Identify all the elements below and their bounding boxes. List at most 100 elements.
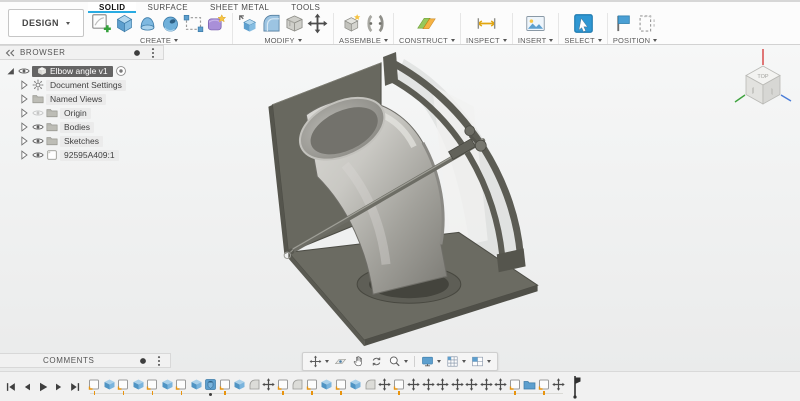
timeline-feature-sketch[interactable]	[335, 378, 348, 395]
timeline-feature-sketch[interactable]	[393, 378, 406, 395]
kebab-menu-icon[interactable]	[153, 355, 165, 367]
browser-item-label[interactable]: Document Settings	[46, 79, 126, 91]
expand-arrow-icon[interactable]	[18, 79, 30, 91]
visibility-eye-icon[interactable]	[32, 121, 44, 133]
timeline-feature-move[interactable]	[262, 378, 275, 391]
viewport-canvas[interactable]: TOP BROWSER Elbow angle v1 Document Setti…	[0, 45, 800, 372]
activate-component-radio[interactable]	[115, 65, 127, 77]
revert-position-button[interactable]	[636, 13, 657, 34]
timeline-playhead[interactable]	[568, 375, 582, 399]
timeline-feature-move[interactable]	[479, 378, 493, 391]
timeline-feature-move[interactable]	[436, 378, 449, 391]
expand-arrow-icon[interactable]	[18, 121, 30, 133]
visibility-eye-icon[interactable]	[18, 65, 30, 77]
timeline-feature-hole[interactable]	[204, 378, 217, 397]
skip-start-button[interactable]	[5, 381, 17, 393]
timeline-feature-sketch[interactable]	[219, 378, 232, 395]
shell-button[interactable]	[284, 13, 305, 34]
expand-arrow-icon[interactable]	[18, 149, 30, 161]
timeline-feature-move[interactable]	[378, 378, 391, 391]
timeline-feature-sketch[interactable]	[117, 378, 130, 395]
orbit-button[interactable]	[307, 354, 331, 369]
viewports-button[interactable]	[469, 354, 493, 369]
collapse-arrow-icon[interactable]	[4, 65, 16, 77]
timeline-feature-extrude[interactable]	[161, 378, 174, 391]
view-cube[interactable]: TOP	[731, 46, 795, 118]
timeline-feature-fillet[interactable]	[248, 378, 261, 391]
browser-item-label[interactable]: Sketches	[60, 135, 103, 147]
timeline-feature-extrude[interactable]	[132, 378, 145, 391]
clamp-knob-2[interactable]	[474, 139, 487, 152]
sweep-button[interactable]	[160, 13, 181, 34]
visibility-eye-icon[interactable]	[32, 135, 44, 147]
expand-arrow-icon[interactable]	[18, 93, 30, 105]
comments-panel[interactable]: COMMENTS	[0, 353, 171, 368]
insert-image-button[interactable]	[525, 13, 546, 34]
group-label-assemble[interactable]: ASSEMBLE	[339, 36, 389, 45]
zoom-button[interactable]	[368, 354, 385, 369]
timeline-feature-sketch[interactable]	[88, 378, 101, 395]
timeline-feature-sketch[interactable]	[146, 378, 159, 395]
expand-arrow-icon[interactable]	[18, 135, 30, 147]
play-button[interactable]	[37, 381, 49, 393]
display-settings-button[interactable]	[419, 354, 443, 369]
timeline-feature-fillet[interactable]	[291, 378, 304, 391]
timeline-feature-sketch[interactable]	[175, 378, 188, 395]
timeline-feature-move[interactable]	[552, 378, 565, 391]
press-pull-button[interactable]	[238, 13, 259, 34]
timeline-feature-extrude[interactable]	[349, 378, 362, 391]
browser-item-label[interactable]: Named Views	[46, 93, 107, 105]
timeline-feature-move[interactable]	[465, 378, 478, 391]
timeline-feature-move[interactable]	[494, 378, 507, 391]
revolve-button[interactable]	[137, 13, 158, 34]
group-label-construct[interactable]: CONSTRUCT	[399, 36, 455, 45]
visibility-eye-icon[interactable]	[32, 107, 44, 119]
collapse-panel-icon[interactable]	[4, 47, 16, 59]
browser-item-label[interactable]: Bodies	[60, 121, 94, 133]
group-label-insert[interactable]: INSERT	[518, 36, 554, 45]
look-at-button[interactable]	[332, 354, 349, 369]
capture-position-button[interactable]	[613, 13, 634, 34]
kebab-menu-icon[interactable]	[147, 47, 159, 59]
measure-button[interactable]	[476, 13, 497, 34]
timeline-feature-extrude[interactable]	[233, 378, 246, 391]
new-component-button[interactable]	[342, 13, 363, 34]
timeline-feature-sketch[interactable]	[538, 378, 551, 395]
group-label-position[interactable]: POSITION	[613, 36, 658, 45]
select-button[interactable]	[573, 13, 594, 34]
browser-item-label[interactable]: Elbow angle v1	[32, 65, 113, 77]
timeline-feature-move[interactable]	[407, 378, 420, 391]
browser-item-label[interactable]: Origin	[60, 107, 91, 119]
tab-sheet-metal[interactable]: SHEET METAL	[199, 2, 280, 13]
rectangular-pattern-button[interactable]	[183, 13, 204, 34]
step-back-button[interactable]	[21, 381, 33, 393]
design-menu-button[interactable]: DESIGN	[8, 9, 84, 37]
group-label-inspect[interactable]: INSPECT	[466, 36, 507, 45]
timeline-feature-sketch[interactable]	[277, 378, 290, 395]
zoom-window-button[interactable]	[386, 354, 410, 369]
timeline-feature-move[interactable]	[450, 378, 464, 391]
record-dot-icon[interactable]	[137, 355, 149, 367]
pan-button[interactable]	[350, 354, 367, 369]
timeline-feature-sketch[interactable]	[509, 378, 522, 395]
tab-surface[interactable]: SURFACE	[136, 2, 199, 13]
browser-item-label[interactable]: 92595A409:1	[60, 149, 119, 161]
tab-solid[interactable]: SOLID	[88, 2, 137, 13]
timeline-feature-fillet[interactable]	[364, 378, 377, 391]
create-form-button[interactable]	[206, 13, 227, 34]
construct-plane-button[interactable]	[416, 13, 437, 34]
record-dot-icon[interactable]	[131, 47, 143, 59]
browser-header[interactable]: BROWSER	[0, 45, 164, 60]
clamp-knob[interactable]	[464, 125, 476, 137]
group-label-select[interactable]: SELECT	[564, 36, 602, 45]
group-label-create[interactable]: CREATE	[140, 36, 179, 45]
group-label-modify[interactable]: MODIFY	[264, 36, 302, 45]
timeline-feature-sketch[interactable]	[306, 378, 319, 395]
timeline-feature-folder[interactable]	[523, 378, 536, 391]
move-button[interactable]	[307, 13, 328, 34]
timeline-feature-extrude[interactable]	[320, 378, 333, 391]
timeline-feature-extrude[interactable]	[103, 378, 116, 391]
timeline-feature-extrude[interactable]	[190, 378, 203, 391]
visibility-eye-icon[interactable]	[32, 149, 44, 161]
timeline-feature-move[interactable]	[421, 378, 435, 391]
